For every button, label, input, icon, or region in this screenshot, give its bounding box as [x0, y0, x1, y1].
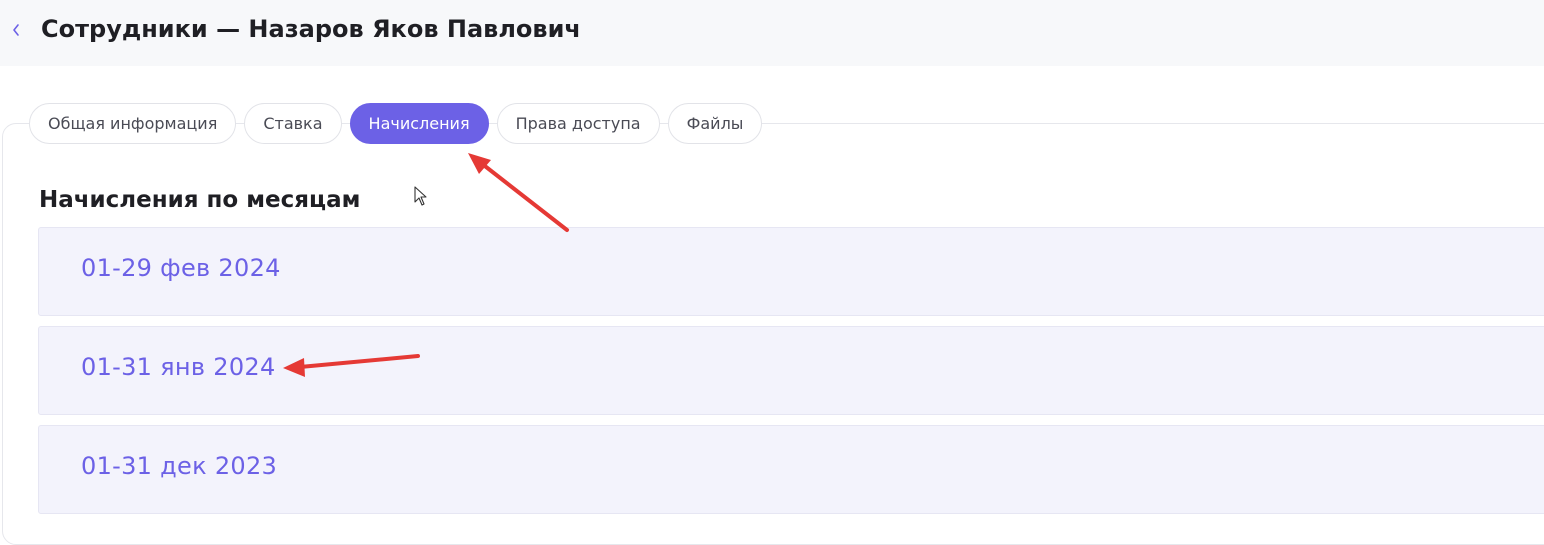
month-label: 01-29 фев 2024 [81, 254, 281, 282]
page-header: Сотрудники — Назаров Яков Павлович [0, 0, 1544, 66]
month-row-feb-2024[interactable]: 01-29 фев 2024 [38, 227, 1544, 316]
month-row-dec-2023[interactable]: 01-31 дек 2023 [38, 425, 1544, 514]
section-title: Начисления по месяцам [39, 187, 361, 213]
month-row-jan-2024[interactable]: 01-31 янв 2024 [38, 326, 1544, 415]
back-button[interactable] [6, 17, 26, 43]
tab-access-rights[interactable]: Права доступа [496, 103, 660, 144]
month-label: 01-31 дек 2023 [81, 452, 278, 480]
tab-files[interactable]: Файлы [667, 103, 763, 144]
tab-rate[interactable]: Ставка [244, 103, 342, 144]
mouse-cursor-icon [414, 186, 427, 206]
month-list: 01-29 фев 2024 01-31 янв 2024 01-31 дек … [38, 227, 1544, 524]
tab-accruals[interactable]: Начисления [349, 103, 489, 144]
chevron-left-icon [13, 24, 19, 36]
tab-bar: Общая информация Ставка Начисления Права… [29, 103, 763, 144]
tab-general-info[interactable]: Общая информация [29, 103, 237, 144]
month-label: 01-31 янв 2024 [81, 353, 276, 381]
page-title: Сотрудники — Назаров Яков Павлович [41, 15, 581, 43]
